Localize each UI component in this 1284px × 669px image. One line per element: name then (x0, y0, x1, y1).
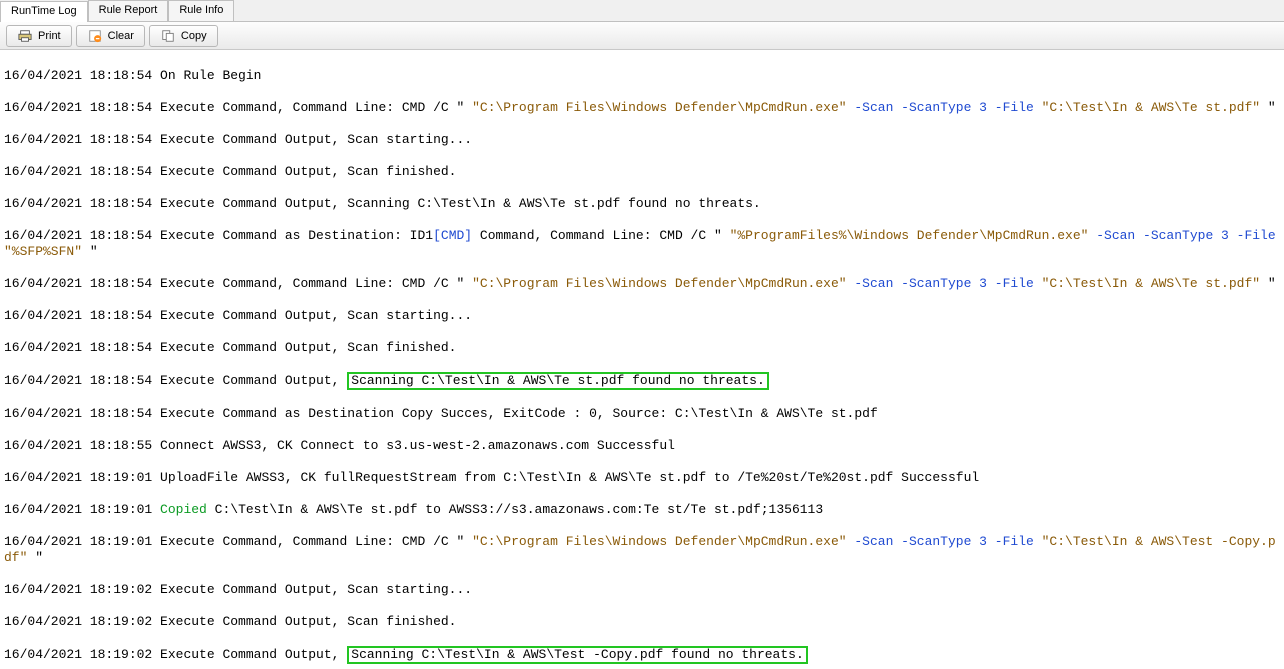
log-line: 16/04/2021 18:18:54 Execute Command as D… (4, 228, 1280, 260)
highlight-box: Scanning C:\Test\In & AWS\Te st.pdf foun… (347, 372, 768, 390)
button-label: Print (38, 30, 61, 42)
copy-button[interactable]: Copy (149, 25, 218, 47)
log-line: 16/04/2021 18:18:54 Execute Command Outp… (4, 340, 1280, 356)
print-button[interactable]: Print (6, 25, 72, 47)
log-line: 16/04/2021 18:18:54 Execute Command, Com… (4, 100, 1280, 116)
tab-label: Rule Info (179, 4, 223, 16)
log-line: 16/04/2021 18:18:54 Execute Command as D… (4, 406, 1280, 422)
tab-label: Rule Report (99, 4, 158, 16)
log-line: 16/04/2021 18:19:01 Execute Command, Com… (4, 534, 1280, 566)
highlight-box: Scanning C:\Test\In & AWS\Test -Copy.pdf… (347, 646, 807, 664)
log-line: 16/04/2021 18:18:54 Execute Command Outp… (4, 164, 1280, 180)
log-line: 16/04/2021 18:18:55 Connect AWSS3, CK Co… (4, 438, 1280, 454)
printer-icon (17, 28, 33, 44)
tab-rule-report[interactable]: Rule Report (88, 0, 169, 21)
button-label: Clear (108, 30, 134, 42)
button-label: Copy (181, 30, 207, 42)
tab-runtime-log[interactable]: RunTime Log (0, 1, 88, 22)
log-line: 16/04/2021 18:18:54 Execute Command, Com… (4, 276, 1280, 292)
log-line: 16/04/2021 18:19:01 UploadFile AWSS3, CK… (4, 470, 1280, 486)
log-line: 16/04/2021 18:18:54 Execute Command Outp… (4, 372, 1280, 390)
log-line: 16/04/2021 18:18:54 Execute Command Outp… (4, 308, 1280, 324)
toolbar: Print Clear Copy (0, 22, 1284, 50)
copy-icon (160, 28, 176, 44)
log-line: 16/04/2021 18:18:54 On Rule Begin (4, 68, 1280, 84)
log-line: 16/04/2021 18:18:54 Execute Command Outp… (4, 132, 1280, 148)
clear-icon (87, 28, 103, 44)
log-line: 16/04/2021 18:19:01 Copied C:\Test\In & … (4, 502, 1280, 518)
tab-label: RunTime Log (11, 5, 77, 17)
log-line: 16/04/2021 18:18:54 Execute Command Outp… (4, 196, 1280, 212)
log-output[interactable]: 16/04/2021 18:18:54 On Rule Begin 16/04/… (0, 50, 1284, 669)
log-line: 16/04/2021 18:19:02 Execute Command Outp… (4, 646, 1280, 664)
clear-button[interactable]: Clear (76, 25, 145, 47)
tab-bar: RunTime Log Rule Report Rule Info (0, 0, 1284, 22)
log-line: 16/04/2021 18:19:02 Execute Command Outp… (4, 614, 1280, 630)
tab-rule-info[interactable]: Rule Info (168, 0, 234, 21)
log-line: 16/04/2021 18:19:02 Execute Command Outp… (4, 582, 1280, 598)
